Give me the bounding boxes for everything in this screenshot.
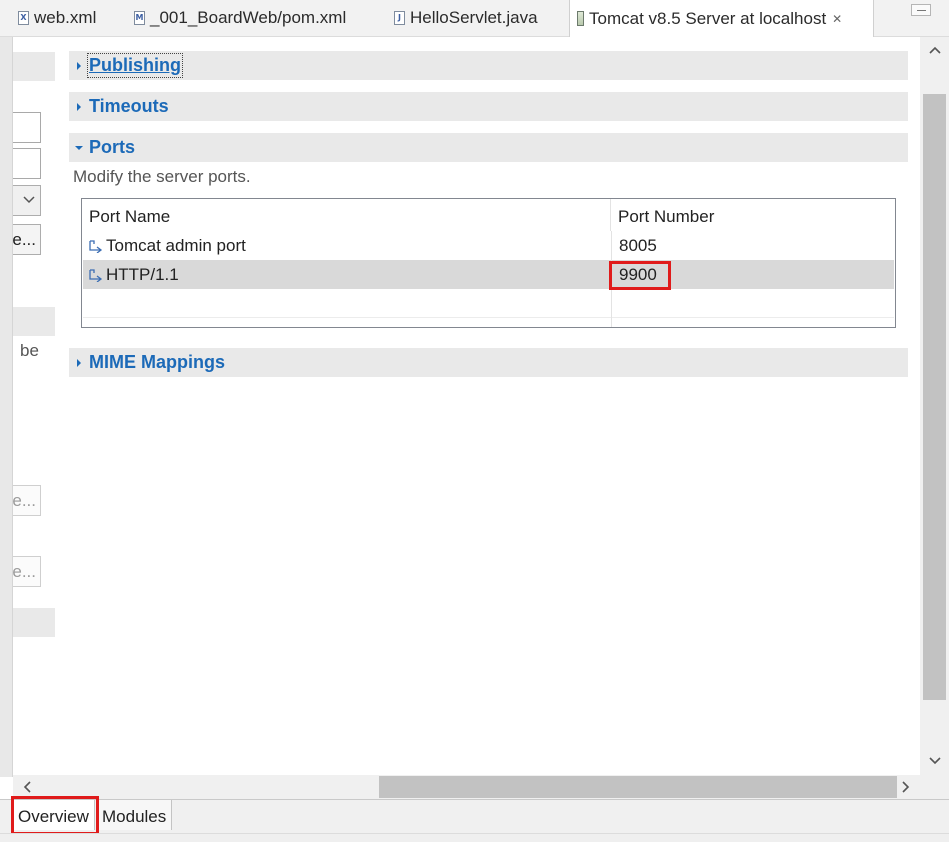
collapse-arrow-icon xyxy=(69,145,89,151)
section-ports[interactable]: Ports xyxy=(69,133,908,162)
tab-label: _001_BoardWeb/pom.xml xyxy=(150,8,347,27)
port-icon xyxy=(89,239,103,253)
scroll-left-icon[interactable] xyxy=(19,778,35,796)
section-publishing[interactable]: Publishing xyxy=(69,51,908,80)
tab-hello-servlet[interactable]: J HelloServlet.java xyxy=(394,0,538,36)
tab-pom-xml[interactable]: M _001_BoardWeb/pom.xml xyxy=(134,0,346,36)
scroll-up-icon[interactable] xyxy=(925,41,944,59)
vertical-scrollbar[interactable] xyxy=(920,37,949,777)
section-timeouts[interactable]: Timeouts xyxy=(69,92,908,121)
ports-table: Port Name Port Number Tomcat admin port … xyxy=(81,198,896,328)
tab-label: web.xml xyxy=(34,8,97,27)
section-header-clipped xyxy=(13,52,55,81)
dropdown-clipped[interactable] xyxy=(13,185,41,216)
tab-modules[interactable]: Modules xyxy=(97,800,173,830)
port-name-cell: HTTP/1.1 xyxy=(88,260,608,289)
section-title: Publishing xyxy=(87,53,183,78)
tab-tomcat-server[interactable]: Tomcat v8.5 Server at localhost ✕ xyxy=(569,0,874,37)
xml-file-icon: X xyxy=(18,11,29,25)
editor-window: X web.xml M _001_BoardWeb/pom.xml J Hell… xyxy=(0,0,949,842)
expand-arrow-icon xyxy=(69,358,89,368)
left-gutter xyxy=(0,37,13,777)
text-field-clipped[interactable] xyxy=(13,148,41,179)
tab-label: HelloServlet.java xyxy=(410,8,538,27)
highlight-box xyxy=(11,796,99,835)
section-title: Timeouts xyxy=(89,96,169,116)
scroll-corner xyxy=(920,777,949,799)
chevron-down-icon xyxy=(23,196,35,204)
section-header-clipped xyxy=(13,307,55,336)
column-header-port-name[interactable]: Port Name xyxy=(82,199,611,231)
port-number-cell[interactable]: 8005 xyxy=(611,231,895,260)
minimize-button[interactable] xyxy=(911,4,931,16)
browse-button-clipped[interactable]: e... xyxy=(13,485,41,516)
horizontal-scroll-thumb[interactable] xyxy=(379,776,897,798)
general-info-pane-clipped: e... be e... e... xyxy=(13,37,58,777)
clipped-text: be xyxy=(20,341,39,360)
section-header-clipped xyxy=(13,608,55,637)
highlight-box xyxy=(609,261,671,290)
horizontal-scrollbar[interactable] xyxy=(13,775,920,799)
browse-button-clipped[interactable]: e... xyxy=(13,224,41,255)
section-title: Ports xyxy=(89,137,136,157)
port-icon xyxy=(89,268,103,282)
maven-pom-icon: M xyxy=(134,11,145,25)
close-icon[interactable]: ✕ xyxy=(832,12,842,26)
section-title: MIME Mappings xyxy=(89,352,225,372)
server-icon xyxy=(577,11,584,26)
java-file-icon: J xyxy=(394,11,405,25)
port-name: HTTP/1.1 xyxy=(106,265,179,284)
tab-label: Tomcat v8.5 Server at localhost xyxy=(589,8,827,28)
scroll-right-icon[interactable] xyxy=(898,778,914,796)
expand-arrow-icon xyxy=(69,102,89,112)
vertical-scroll-thumb[interactable] xyxy=(923,94,946,700)
expand-arrow-icon xyxy=(69,61,89,71)
scroll-down-icon[interactable] xyxy=(925,752,944,770)
editor-tab-bar: X web.xml M _001_BoardWeb/pom.xml J Hell… xyxy=(0,0,949,37)
browse-button-clipped[interactable]: e... xyxy=(13,556,41,587)
text-field-clipped[interactable] xyxy=(13,112,41,143)
column-header-port-number[interactable]: Port Number xyxy=(611,199,895,231)
section-mime-mappings[interactable]: MIME Mappings xyxy=(69,348,908,377)
port-name: Tomcat admin port xyxy=(106,236,246,255)
server-settings-pane: Publishing Timeouts Ports Modify the ser… xyxy=(58,37,920,777)
table-row[interactable]: Tomcat admin port 8005 xyxy=(83,231,894,260)
table-row-empty xyxy=(83,289,894,327)
ports-description: Modify the server ports. xyxy=(73,167,251,186)
port-name-cell: Tomcat admin port xyxy=(88,231,608,260)
tab-web-xml[interactable]: X web.xml xyxy=(18,0,96,36)
table-row[interactable]: HTTP/1.1 9900 xyxy=(83,260,894,289)
status-strip xyxy=(0,833,949,842)
